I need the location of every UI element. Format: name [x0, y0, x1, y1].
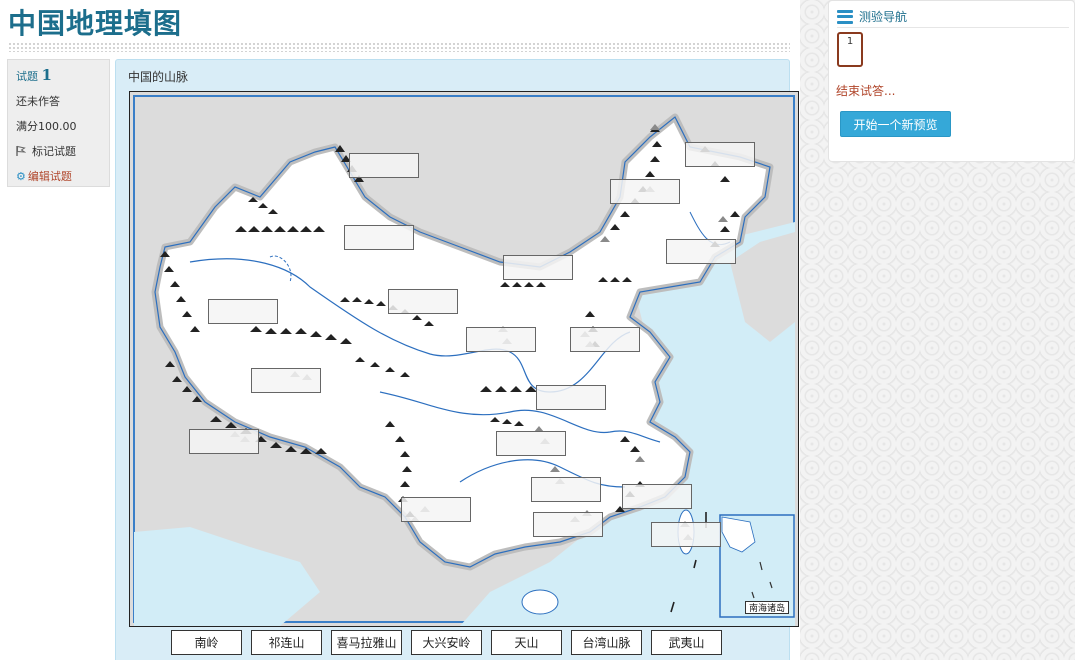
drop-box-19[interactable]: [651, 522, 721, 547]
drag-item-qilian[interactable]: 祁连山: [251, 630, 322, 655]
drag-item-taiwan[interactable]: 台湾山脉: [571, 630, 642, 655]
flag-question-link[interactable]: 标记试题: [16, 143, 101, 159]
title-divider: [8, 42, 790, 52]
finish-attempt-link[interactable]: 结束试答...: [836, 82, 895, 99]
question-max-mark: 满分100.00: [16, 120, 77, 133]
drag-item-nanling[interactable]: 南岭: [171, 630, 242, 655]
drag-item-wuyi[interactable]: 武夷山: [651, 630, 722, 655]
drop-box-13[interactable]: [189, 429, 259, 454]
quiz-navigation-header: 测验导航: [837, 6, 1069, 28]
drop-box-4[interactable]: [344, 225, 414, 250]
question-nav-button-1[interactable]: 1: [837, 32, 863, 67]
drag-items-row: 南岭 祁连山 喜马拉雅山 大兴安岭 天山 台湾山脉 武夷山: [171, 630, 722, 655]
page-title: 中国地理填图: [8, 7, 183, 40]
question-status: 还未作答: [16, 95, 60, 108]
question-number: 试题 1: [16, 66, 52, 84]
drop-box-6[interactable]: [503, 255, 573, 280]
drop-box-2[interactable]: [685, 142, 755, 167]
drop-box-16[interactable]: [622, 484, 692, 509]
drop-box-9[interactable]: [466, 327, 536, 352]
drop-box-8[interactable]: [208, 299, 278, 324]
drop-box-10[interactable]: [570, 327, 640, 352]
drop-box-15[interactable]: [531, 477, 601, 502]
menu-icon: [837, 9, 853, 24]
inset-label: 南海诸岛: [745, 601, 789, 614]
drop-box-3[interactable]: [610, 179, 680, 204]
flag-icon: [16, 145, 26, 156]
drag-item-himalaya[interactable]: 喜马拉雅山: [331, 630, 402, 655]
drop-box-12[interactable]: [536, 385, 606, 410]
new-preview-button[interactable]: 开始一个新预览: [840, 111, 951, 137]
drag-item-tianshan[interactable]: 天山: [491, 630, 562, 655]
edit-question-link[interactable]: ⚙ 编辑试题: [16, 168, 101, 184]
drop-box-1[interactable]: [349, 153, 419, 178]
question-panel: 中国的山脉 南海诸岛 南岭 祁连山 喜马拉雅山 大兴安岭 天山 台湾山脉 武夷山: [115, 59, 799, 660]
china-map-drop-zone: 南海诸岛: [129, 91, 799, 627]
question-text: 中国的山脉: [128, 70, 189, 84]
drop-box-14[interactable]: [496, 431, 566, 456]
drop-box-7[interactable]: [388, 289, 458, 314]
drop-box-17[interactable]: [401, 497, 471, 522]
drag-item-daxinganling[interactable]: 大兴安岭: [411, 630, 482, 655]
question-info: 试题 1 还未作答 满分100.00 标记试题 ⚙ 编辑试题: [7, 59, 110, 187]
drop-box-11[interactable]: [251, 368, 321, 393]
drop-box-5[interactable]: [666, 239, 736, 264]
quiz-navigation-block: 测验导航 1 结束试答... 开始一个新预览: [828, 0, 1075, 162]
drop-box-18[interactable]: [533, 512, 603, 537]
gear-icon: ⚙: [16, 169, 26, 183]
